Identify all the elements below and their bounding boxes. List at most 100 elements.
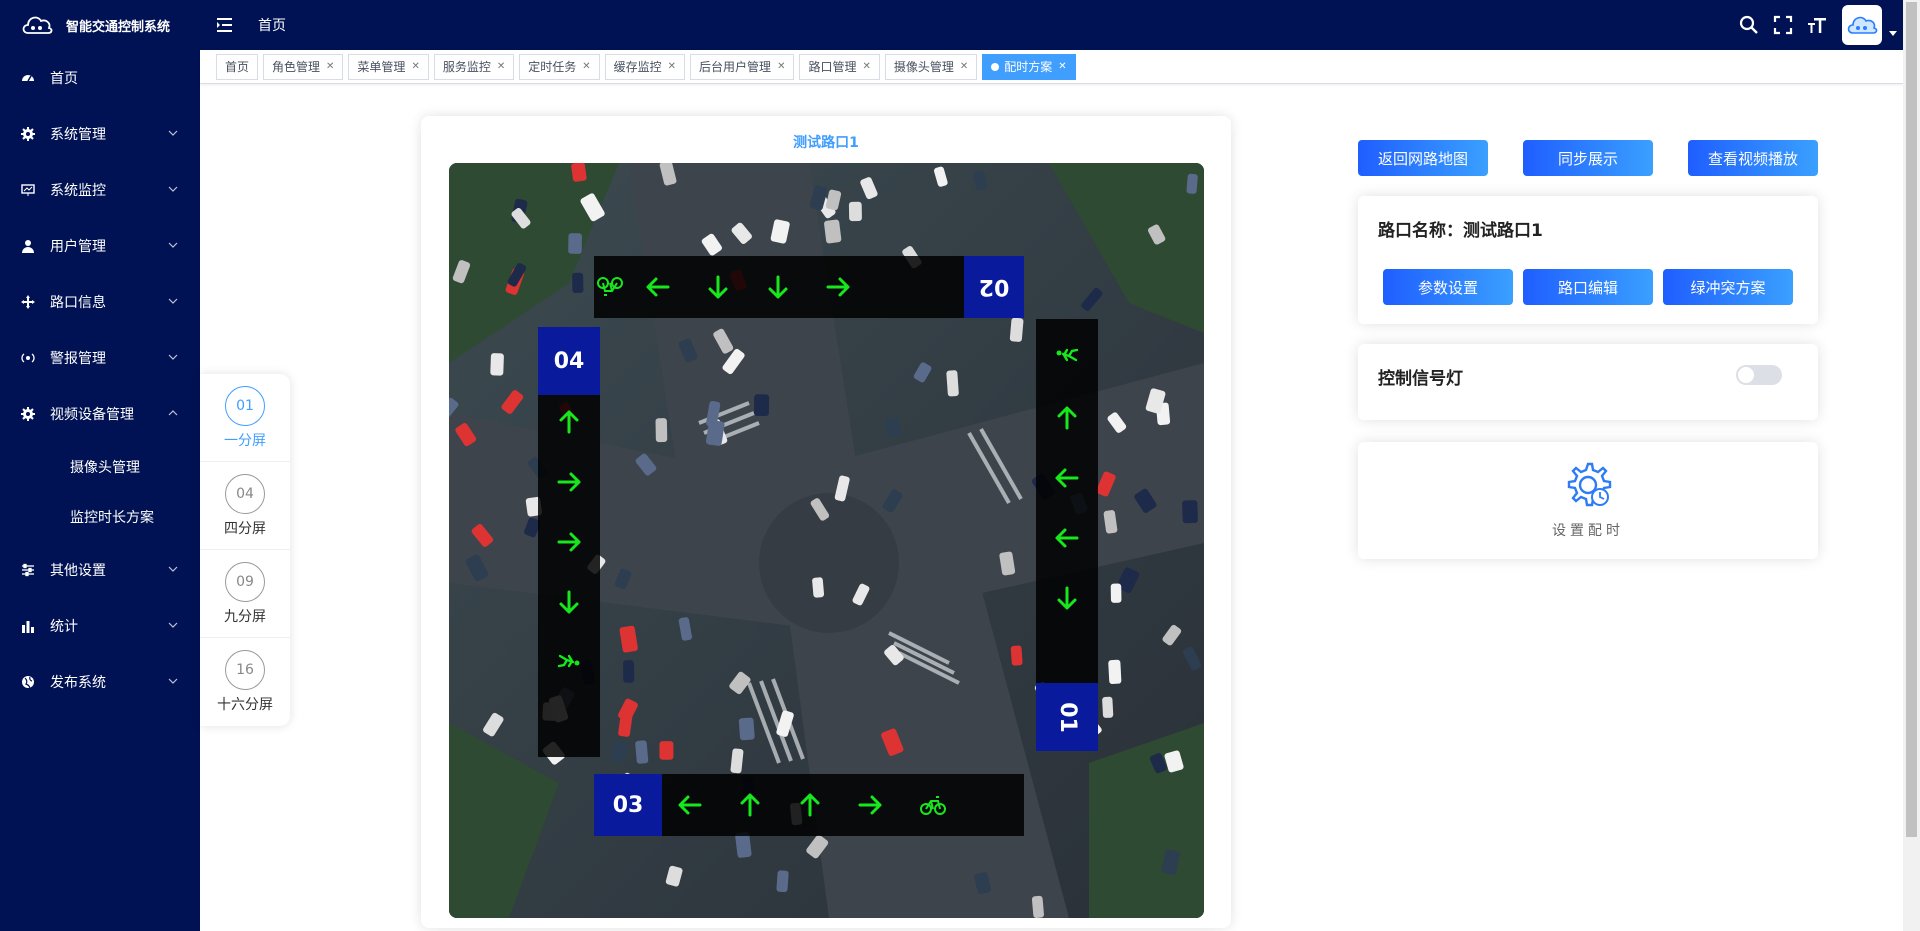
- sidebar-subitem-0[interactable]: 摄像头管理: [0, 442, 200, 492]
- top-tools: [1726, 5, 1898, 45]
- tag-1[interactable]: 角色管理 ✕: [263, 54, 344, 80]
- tag-label: 角色管理: [272, 60, 321, 74]
- car-shape: [776, 870, 789, 893]
- signal-control-panel: 控制信号灯: [1358, 344, 1818, 420]
- sidebar-subitem-1[interactable]: 监控时长方案: [0, 492, 200, 542]
- sidebar-item-9[interactable]: 发布系统: [0, 654, 200, 710]
- sidebar-item-4[interactable]: 路口信息: [0, 274, 200, 330]
- screen-option-1[interactable]: 04 四分屏: [200, 462, 290, 550]
- tag-9[interactable]: 配时方案 ✕: [982, 54, 1076, 80]
- east-arrow-left: [1051, 522, 1083, 554]
- sidebar-item-label: 发布系统: [50, 675, 106, 691]
- west-arrow-down: [553, 586, 585, 618]
- tag-8[interactable]: 摄像头管理 ✕: [884, 54, 978, 80]
- west-arrow-up: [553, 406, 585, 438]
- west-arrow-right: [553, 526, 585, 558]
- car-shape: [568, 233, 582, 254]
- east-arrow-up: [1051, 402, 1083, 434]
- sidebar-item-6[interactable]: 视频设备管理: [0, 386, 200, 442]
- crosshair-icon: [20, 294, 36, 310]
- close-icon[interactable]: ✕: [1058, 55, 1066, 79]
- car-shape: [623, 660, 635, 683]
- sidebar-menu: 首页 系统管理 系统监控 用户管理 路口信息 警报管理 视频设备管理 摄像头管理 监控时长方案其…: [0, 50, 200, 710]
- direction-badge-west: 04: [538, 327, 600, 395]
- tag-7[interactable]: 路口管理 ✕: [799, 54, 880, 80]
- tag-2[interactable]: 菜单管理 ✕: [348, 54, 429, 80]
- chevron-down-icon: [168, 354, 178, 360]
- intersection-edit-button[interactable]: 路口编辑: [1523, 269, 1653, 305]
- tag-0[interactable]: 首页: [216, 54, 259, 80]
- east-arrow-down: [1051, 582, 1083, 614]
- search-icon[interactable]: [1738, 14, 1760, 36]
- car-shape: [635, 740, 649, 764]
- north-arrow-down: [702, 271, 734, 303]
- sync-show-button[interactable]: 同步展示: [1523, 140, 1653, 176]
- car-shape: [1031, 895, 1044, 918]
- gear-clock-icon[interactable]: [1563, 460, 1613, 510]
- screen-option-3[interactable]: 16 十六分屏: [200, 638, 290, 726]
- close-icon[interactable]: ✕: [960, 55, 968, 79]
- back-to-map-button[interactable]: 返回网路地图: [1358, 140, 1488, 176]
- close-icon[interactable]: ✕: [668, 55, 676, 79]
- font-size-icon[interactable]: [1806, 14, 1828, 36]
- screen-option-2[interactable]: 09 九分屏: [200, 550, 290, 638]
- tag-4[interactable]: 定时任务 ✕: [519, 54, 600, 80]
- car-shape: [753, 394, 770, 417]
- car-shape: [946, 370, 959, 397]
- signal-toggle-switch[interactable]: [1736, 365, 1782, 385]
- north-arrow-down: [762, 271, 794, 303]
- screen-label: 十六分屏: [217, 697, 273, 713]
- fullscreen-icon[interactable]: [1772, 14, 1794, 36]
- tag-label: 缓存监控: [613, 60, 662, 74]
- gear-icon: [20, 406, 36, 422]
- app-title: 智能交通控制系统: [66, 19, 171, 35]
- sidebar-item-2[interactable]: 系统监控: [0, 162, 200, 218]
- sidebar-item-5[interactable]: 警报管理: [0, 330, 200, 386]
- close-icon[interactable]: ✕: [582, 55, 590, 79]
- page-scrollbar[interactable]: [1903, 0, 1920, 931]
- south-arrow-right: [854, 789, 886, 821]
- screen-count: 04: [225, 473, 265, 514]
- close-icon[interactable]: ✕: [777, 55, 785, 79]
- tag-label: 服务监控: [442, 60, 491, 74]
- tag-6[interactable]: 后台用户管理 ✕: [690, 54, 795, 80]
- close-icon[interactable]: ✕: [862, 55, 870, 79]
- tag-5[interactable]: 缓存监控 ✕: [604, 54, 686, 80]
- signal-control-label: 控制信号灯: [1378, 369, 1463, 389]
- hamburger-icon[interactable]: [216, 15, 236, 35]
- screen-option-0[interactable]: 01 一分屏: [200, 374, 290, 462]
- param-settings-button[interactable]: 参数设置: [1383, 269, 1513, 305]
- tags-view: 首页 角色管理 ✕ 菜单管理 ✕ 服务监控 ✕ 定时任务 ✕ 缓存监控 ✕ 后台用户管理 ✕ 路口管理 ✕ 摄…: [200, 50, 1903, 84]
- close-icon[interactable]: ✕: [326, 55, 334, 79]
- sidebar-item-8[interactable]: 统计: [0, 598, 200, 654]
- car-shape: [572, 272, 584, 294]
- chevron-down-icon: [168, 298, 178, 304]
- car-shape: [848, 201, 862, 222]
- car-shape: [824, 219, 842, 244]
- scrollbar-thumb[interactable]: [1906, 2, 1917, 837]
- timing-panel[interactable]: 设置配时: [1358, 442, 1818, 559]
- green-conflict-button[interactable]: 绿冲突方案: [1663, 269, 1793, 305]
- sidebar-item-0[interactable]: 首页: [0, 50, 200, 106]
- view-video-button[interactable]: 查看视频播放: [1688, 140, 1818, 176]
- breadcrumb[interactable]: 首页: [258, 15, 286, 35]
- car-shape: [1009, 317, 1024, 342]
- chevron-down-icon: [168, 186, 178, 192]
- sidebar-item-label: 其他设置: [50, 563, 106, 579]
- tag-label: 配时方案: [1004, 60, 1053, 74]
- user-avatar[interactable]: [1842, 5, 1882, 45]
- screen-count: 09: [225, 561, 265, 602]
- sidebar-item-7[interactable]: 其他设置: [0, 542, 200, 598]
- tag-3[interactable]: 服务监控 ✕: [433, 54, 515, 80]
- sidebar-item-1[interactable]: 系统管理: [0, 106, 200, 162]
- active-dot: [991, 63, 1000, 71]
- tag-label: 路口管理: [808, 60, 857, 74]
- direction-badge-east: 01: [1036, 683, 1098, 751]
- intersection-info-panel: 路口名称：测试路口1 参数设置 路口编辑 绿冲突方案: [1358, 196, 1818, 324]
- sidebar-item-3[interactable]: 用户管理: [0, 218, 200, 274]
- close-icon[interactable]: ✕: [497, 55, 505, 79]
- intersection-card: 测试路口1 02 03 04 01: [421, 116, 1231, 928]
- cloud-logo-icon: [22, 16, 53, 34]
- caret-down-icon[interactable]: [1888, 28, 1898, 38]
- close-icon[interactable]: ✕: [411, 55, 419, 79]
